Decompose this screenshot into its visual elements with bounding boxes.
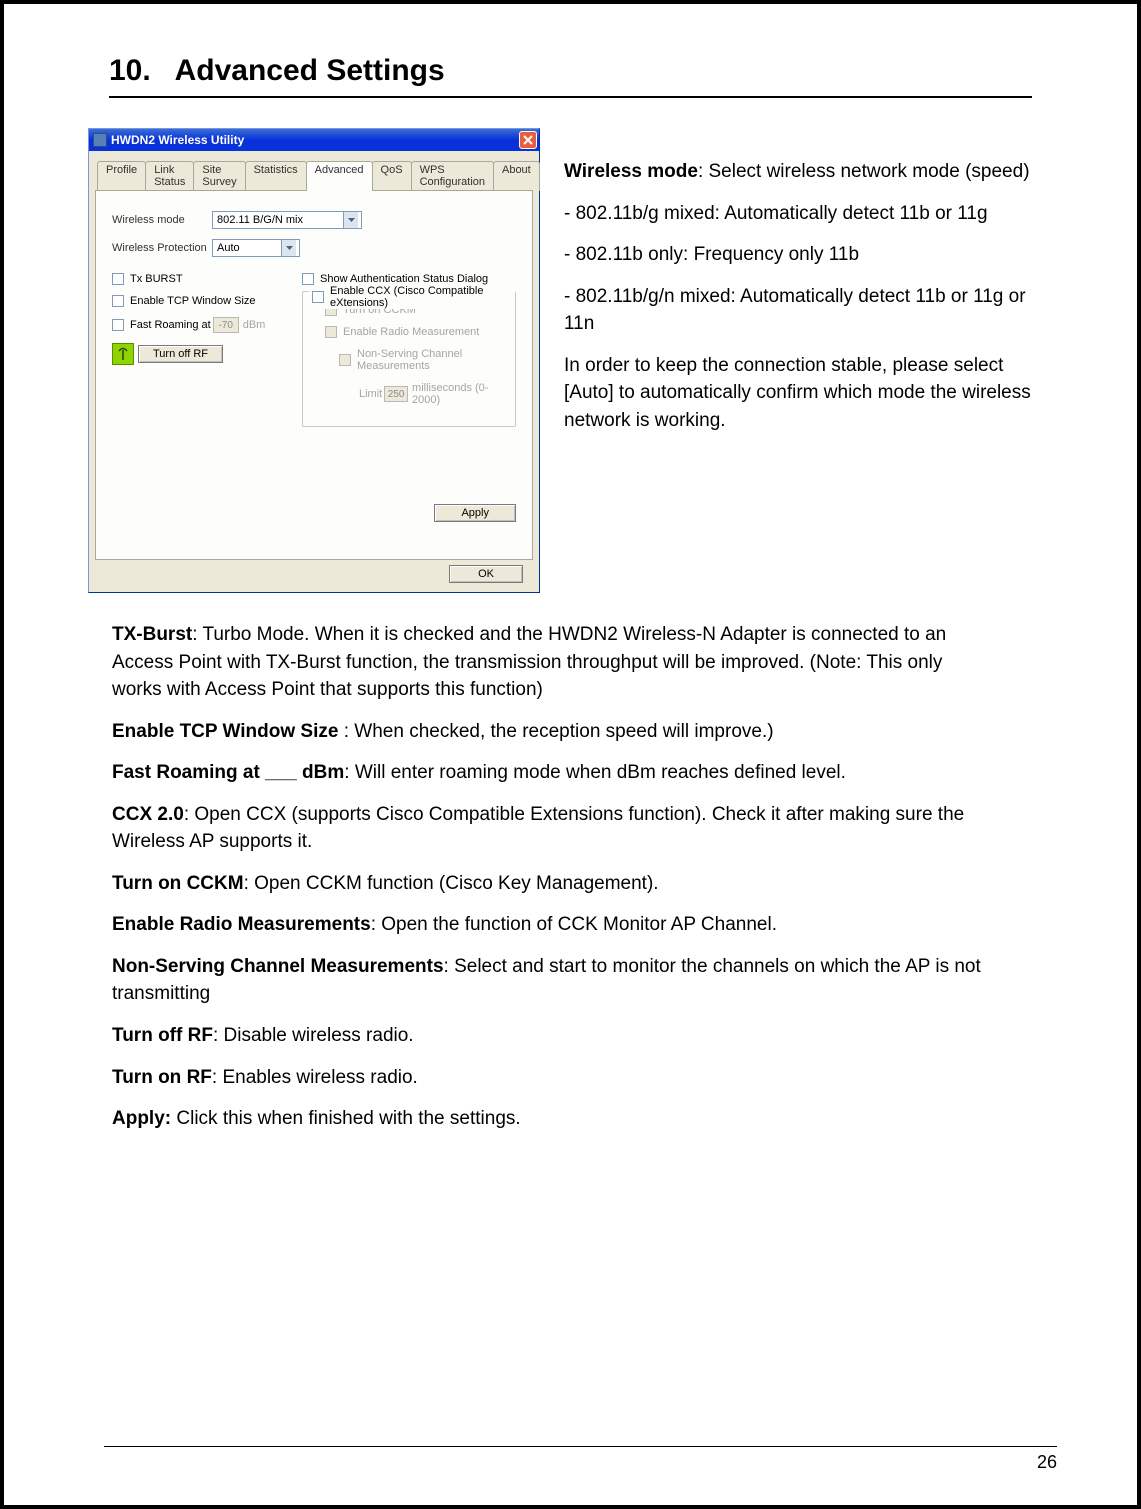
body-item-rest: : Open CCX (supports Cisco Compatible Ex… <box>112 804 964 853</box>
body-item-rest: : When checked, the reception speed will… <box>344 721 774 742</box>
body-item-bold: TX-Burst <box>112 624 192 645</box>
body-item-rest: : Enables wireless radio. <box>212 1067 418 1088</box>
tab-statistics[interactable]: Statistics <box>245 161 307 191</box>
tab-qos[interactable]: QoS <box>372 161 412 191</box>
tab-advanced[interactable]: Advanced <box>306 161 373 191</box>
ok-button[interactable]: OK <box>449 565 523 583</box>
body-item-bold: Fast Roaming at ___ dBm <box>112 762 344 783</box>
footer-rule <box>104 1446 1057 1447</box>
body-description: TX-Burst: Turbo Mode. When it is checked… <box>112 621 997 1133</box>
body-item-rest: : Turbo Mode. When it is checked and the… <box>112 624 946 700</box>
nonserving-label: Non-Serving Channel Measurements <box>357 348 507 372</box>
wm-rest: : Select wireless network mode (speed) <box>698 161 1030 182</box>
tab-about[interactable]: About <box>493 161 540 191</box>
body-item-rest: : Open CCKM function (Cisco Key Manageme… <box>244 873 659 894</box>
titlebar: HWDN2 Wireless Utility <box>89 129 539 151</box>
body-item-rest: : Will enter roaming mode when dBm reach… <box>344 762 846 783</box>
limit-unit: milliseconds (0-2000) <box>412 382 507 406</box>
fast-roaming-value[interactable]: -70 <box>213 317 239 333</box>
body-item: Enable Radio Measurements: Open the func… <box>112 911 997 939</box>
ccx-groupbox: Enable CCX (Cisco Compatible eXtensions)… <box>302 291 516 427</box>
wireless-protection-value: Auto <box>213 242 281 254</box>
body-item: Turn on CCKM: Open CCKM function (Cisco … <box>112 870 997 898</box>
body-item-bold: Turn on RF <box>112 1067 212 1088</box>
tab-profile[interactable]: Profile <box>97 161 146 191</box>
body-item-rest: : Disable wireless radio. <box>213 1025 414 1046</box>
body-item: TX-Burst: Turbo Mode. When it is checked… <box>112 621 997 704</box>
page-number: 26 <box>1037 1452 1057 1473</box>
body-item-bold: Non-Serving Channel Measurements <box>112 956 444 977</box>
body-item-bold: Enable Radio Measurements <box>112 914 371 935</box>
show-auth-checkbox[interactable] <box>302 273 314 285</box>
close-icon[interactable] <box>519 131 537 149</box>
body-item: CCX 2.0: Open CCX (supports Cisco Compat… <box>112 801 997 856</box>
body-item-bold: CCX 2.0 <box>112 804 184 825</box>
wireless-protection-label: Wireless Protection <box>112 242 212 254</box>
limit-value: 250 <box>384 386 408 402</box>
tx-burst-label: Tx BURST <box>130 273 183 285</box>
section-number: 10. <box>109 54 151 87</box>
nonserving-checkbox <box>339 354 351 366</box>
advanced-panel: Wireless mode 802.11 B/G/N mix Wireless … <box>95 190 533 560</box>
side-description: Wireless mode: Select wireless network m… <box>564 158 1057 448</box>
body-item-rest: : Open the function of CCK Monitor AP Ch… <box>371 914 777 935</box>
enable-ccx-label: Enable CCX (Cisco Compatible eXtensions) <box>330 285 512 309</box>
tcp-window-label: Enable TCP Window Size <box>130 295 256 307</box>
fast-roaming-label: Fast Roaming at <box>130 319 211 331</box>
rf-antenna-icon <box>112 343 134 365</box>
body-item: Apply: Click this when finished with the… <box>112 1105 997 1133</box>
fast-roaming-unit: dBm <box>243 319 266 331</box>
window-title: HWDN2 Wireless Utility <box>111 133 519 147</box>
chevron-down-icon[interactable] <box>281 240 296 256</box>
body-item: Fast Roaming at ___ dBm: Will enter roam… <box>112 759 997 787</box>
body-item-bold: Turn off RF <box>112 1025 213 1046</box>
body-item-rest: Click this when finished with the settin… <box>171 1108 521 1129</box>
tab-link-status[interactable]: Link Status <box>145 161 194 191</box>
tab-wps-configuration[interactable]: WPS Configuration <box>411 161 494 191</box>
tab-site-survey[interactable]: Site Survey <box>193 161 245 191</box>
wm-bold: Wireless mode <box>564 161 698 182</box>
wm-note: In order to keep the connection stable, … <box>564 352 1057 435</box>
fast-roaming-checkbox[interactable] <box>112 319 124 331</box>
tcp-window-checkbox[interactable] <box>112 295 124 307</box>
show-auth-label: Show Authentication Status Dialog <box>320 273 488 285</box>
section-title-text: Advanced Settings <box>175 54 445 87</box>
wireless-mode-value: 802.11 B/G/N mix <box>213 214 343 226</box>
app-icon <box>93 133 107 147</box>
body-item: Non-Serving Channel Measurements: Select… <box>112 953 997 1008</box>
wireless-protection-select[interactable]: Auto <box>212 239 300 257</box>
limit-label: Limit <box>359 388 382 400</box>
radio-meas-checkbox <box>325 326 337 338</box>
wireless-mode-label: Wireless mode <box>112 214 212 226</box>
section-heading: 10. Advanced Settings <box>109 54 1032 98</box>
app-window: HWDN2 Wireless Utility ProfileLink Statu… <box>88 128 540 593</box>
tabs-row: ProfileLink StatusSite SurveyStatisticsA… <box>95 161 533 191</box>
wm-opt2: - 802.11b only: Frequency only 11b <box>564 241 1057 269</box>
body-item-bold: Turn on CCKM <box>112 873 244 894</box>
wm-opt1: - 802.11b/g mixed: Automatically detect … <box>564 200 1057 228</box>
apply-button[interactable]: Apply <box>434 504 516 522</box>
radio-meas-label: Enable Radio Measurement <box>343 326 479 338</box>
tx-burst-checkbox[interactable] <box>112 273 124 285</box>
body-item: Enable TCP Window Size : When checked, t… <box>112 718 997 746</box>
wireless-mode-select[interactable]: 802.11 B/G/N mix <box>212 211 362 229</box>
body-item: Turn off RF: Disable wireless radio. <box>112 1022 997 1050</box>
body-item-bold: Enable TCP Window Size <box>112 721 344 742</box>
turn-off-rf-button[interactable]: Turn off RF <box>138 345 223 363</box>
body-item-bold: Apply: <box>112 1108 171 1129</box>
enable-ccx-checkbox[interactable] <box>312 291 324 303</box>
chevron-down-icon[interactable] <box>343 212 358 228</box>
body-item: Turn on RF: Enables wireless radio. <box>112 1064 997 1092</box>
wm-opt3: - 802.11b/g/n mixed: Automatically detec… <box>564 283 1057 338</box>
